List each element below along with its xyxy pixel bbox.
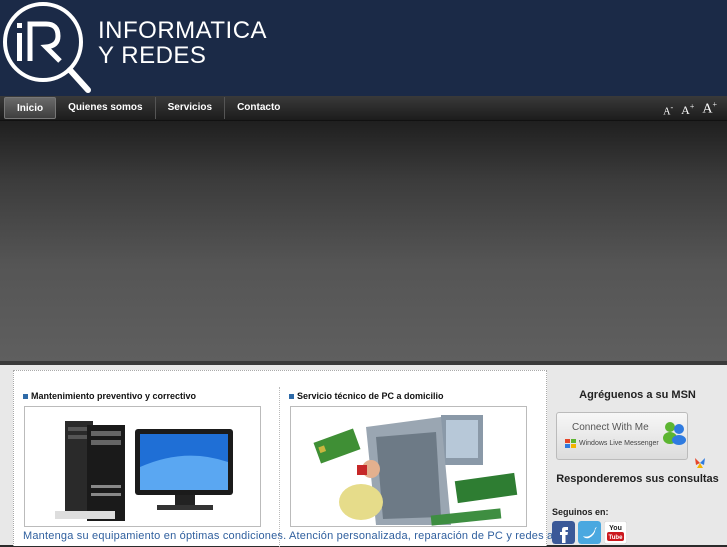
svg-text:You: You (609, 525, 622, 532)
service-description: Atención personalizada, reparación de PC… (289, 530, 554, 542)
main-navbar: Inicio Quienes somos Servicios Contacto (0, 96, 727, 121)
windows-logo-icon (565, 439, 576, 448)
logo-icon[interactable] (0, 0, 96, 96)
nav-menu: Inicio Quienes somos Servicios Contacto (4, 97, 292, 119)
nav-item-contacto[interactable]: Contacto (225, 97, 292, 119)
service-title[interactable]: Servicio técnico de PC a domicilio (289, 391, 444, 401)
messenger-buddies-icon (663, 422, 686, 445)
technician-illustration-image[interactable] (290, 406, 527, 527)
font-increase-button[interactable]: A+ (702, 100, 717, 118)
nav-item-servicios[interactable]: Servicios (156, 97, 226, 119)
column-divider (279, 387, 280, 547)
bullet-icon (23, 394, 28, 400)
font-decrease-button[interactable]: A- (663, 103, 673, 117)
twitter-icon[interactable] (578, 521, 601, 544)
msn-butterfly-icon (695, 458, 705, 468)
service-description: Mantenga su equipamiento en óptimas cond… (23, 530, 287, 542)
bullet-icon (289, 394, 294, 400)
msn-title: Agréguenos a su MSN (579, 389, 696, 401)
nav-item-inicio[interactable]: Inicio (4, 97, 57, 119)
youtube-icon[interactable]: You Tube (604, 521, 627, 544)
msn-button-sublabel: Windows Live Messenger (579, 440, 659, 447)
content-area: Mantenimiento preventivo y correctivo Ma… (0, 365, 727, 547)
computer-equipment-image[interactable] (24, 406, 261, 527)
site-header: INFORMATICA Y REDES (0, 0, 727, 96)
font-size-controls: A- A+ A+ (663, 100, 717, 118)
facebook-icon[interactable] (552, 521, 575, 544)
social-links: You Tube (552, 521, 627, 544)
logo-line-1: INFORMATICA (98, 17, 268, 44)
svg-text:Tube: Tube (609, 535, 624, 541)
consultas-text: Responderemos sus consultas (556, 473, 719, 485)
logo-line-2: Y REDES (98, 42, 207, 69)
services-panel: Mantenimiento preventivo y correctivo Ma… (13, 370, 553, 547)
font-reset-button[interactable]: A+ (681, 102, 694, 118)
nav-item-quienes-somos[interactable]: Quienes somos (56, 97, 156, 119)
connect-msn-button[interactable]: Connect With Me Windows Live Messenger (556, 412, 688, 460)
sidebar: Agréguenos a su MSN Connect With Me Wind… (548, 365, 727, 545)
social-title: Seguinos en: (552, 507, 609, 517)
service-title[interactable]: Mantenimiento preventivo y correctivo (23, 391, 196, 401)
hero-banner (0, 121, 727, 365)
msn-button-label: Connect With Me (572, 422, 649, 433)
logo-text[interactable]: INFORMATICA Y REDES (98, 18, 267, 68)
